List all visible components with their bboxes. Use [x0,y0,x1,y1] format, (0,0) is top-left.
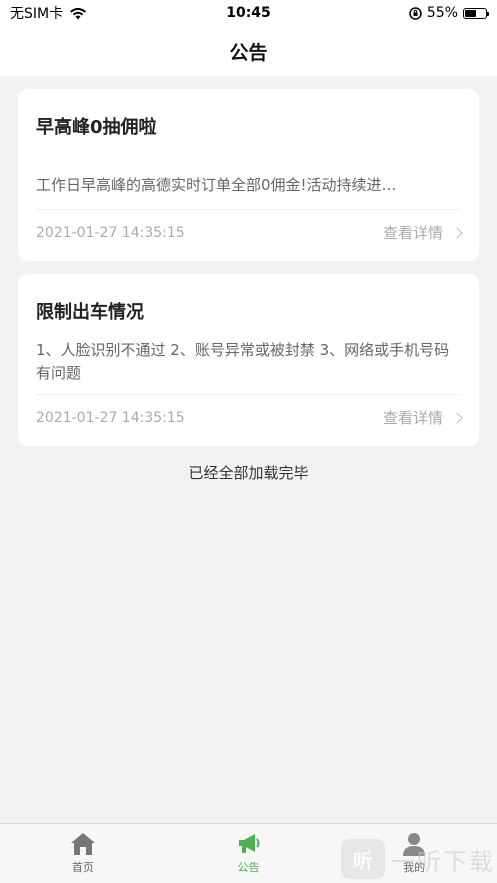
watermark-logo: 听 [341,839,385,879]
status-bar: 无SIM卡 10:45 55% [0,0,497,26]
view-details-label: 查看详情 [382,409,443,427]
view-details-link[interactable]: 查看详情 [382,222,463,243]
notice-date: 2021-01-27 14:35:15 [36,409,185,426]
view-details-link[interactable]: 查看详情 [382,407,463,428]
carrier-label: 无SIM卡 [10,6,64,22]
view-details-label: 查看详情 [382,224,443,242]
notice-body: 工作日早高峰的高德实时订单全部0佣金!活动持续进… [36,176,397,194]
notice-card[interactable]: 早高峰0抽佣啦 工作日早高峰的高德实时订单全部0佣金!活动持续进… 2021-0… [18,89,479,261]
notice-footer: 2021-01-27 14:35:15 查看详情 [36,407,463,428]
battery-icon [463,7,489,19]
divider [36,394,461,395]
status-left: 无SIM卡 [10,3,87,23]
notice-date: 2021-01-27 14:35:15 [36,224,185,241]
watermark: 听 一听下载 [341,839,495,879]
page-title: 公告 [229,41,268,64]
nav-bar: 公告 [0,26,497,76]
notice-title: 早高峰0抽佣啦 [36,117,157,138]
notice-footer: 2021-01-27 14:35:15 查看详情 [36,222,463,243]
battery-fill [465,9,476,17]
wifi-icon [70,7,87,19]
notice-body: 1、人脸识别不通过 2、账号异常或被封禁 3、网络或手机号码有问题 [36,341,450,382]
tab-announcements-label: 公告 [237,861,260,874]
battery-percent: 55% [426,5,458,21]
divider [36,209,461,210]
orientation-lock-icon [409,6,422,20]
tab-home[interactable]: 首页 [0,824,166,883]
load-complete-text: 已经全部加载完毕 [188,464,309,482]
chevron-right-icon [451,226,463,239]
watermark-text: 一听下载 [391,847,495,876]
tab-home-label: 首页 [71,861,94,874]
megaphone-icon [238,834,259,853]
notice-title: 限制出车情况 [36,302,144,323]
tab-announcements[interactable]: 公告 [166,824,332,883]
home-icon [70,833,95,855]
status-time: 10:45 [226,5,271,21]
status-right: 55% [409,5,489,21]
notice-card[interactable]: 限制出车情况 1、人脸识别不通过 2、账号异常或被封禁 3、网络或手机号码有问题… [18,274,479,446]
chevron-right-icon [451,411,463,424]
